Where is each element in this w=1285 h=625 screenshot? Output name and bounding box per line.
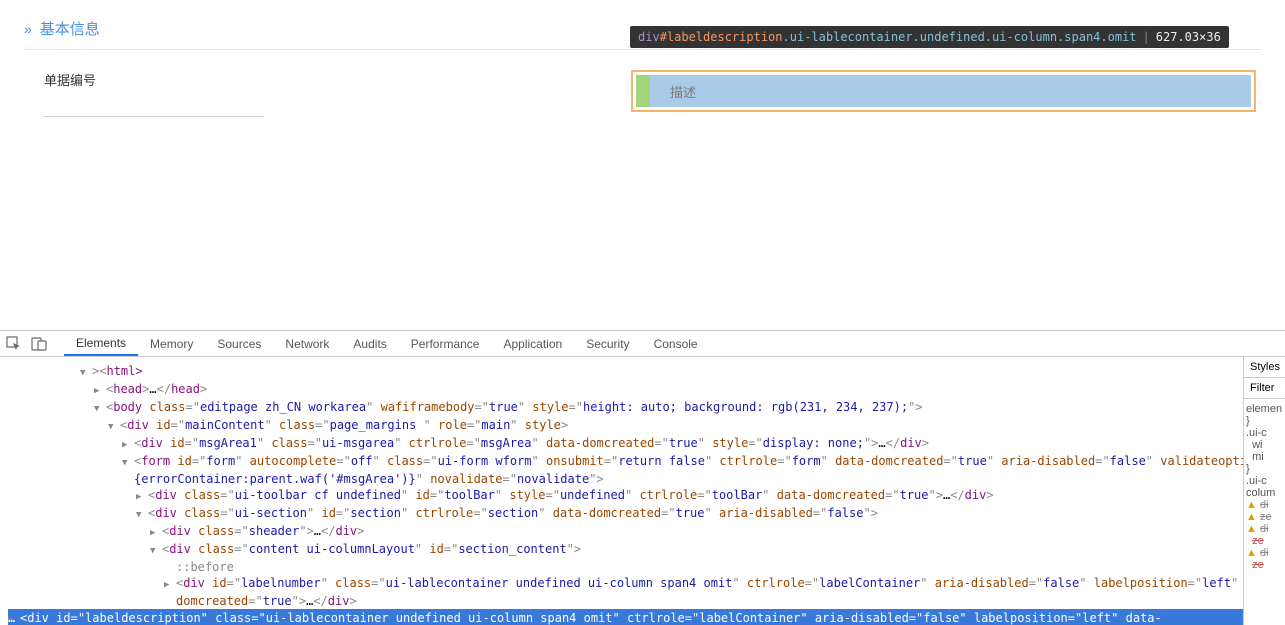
selected-dom-node[interactable]: …<div id="labeldescription" class="ui-la… <box>8 609 1243 625</box>
tooltip-dimensions: 627.03×36 <box>1156 30 1221 44</box>
tooltip-tag: div <box>638 30 660 44</box>
inspected-element-highlight: 描述 <box>631 70 1256 112</box>
field-number: 单据编号 <box>24 70 619 117</box>
collapse-icon: » <box>24 21 32 37</box>
styles-pane: Styles Filter elemen}.ui-c wi mi}.ui-cco… <box>1243 357 1285 625</box>
tooltip-id: #labeldescription <box>660 30 783 44</box>
tab-elements[interactable]: Elements <box>64 331 138 356</box>
tab-memory[interactable]: Memory <box>138 331 205 356</box>
devtools-tabs: Elements Memory Sources Network Audits P… <box>64 331 710 356</box>
tab-performance[interactable]: Performance <box>399 331 492 356</box>
tab-application[interactable]: Application <box>491 331 574 356</box>
devtools-body: ><html><head>…</head><body class="editpa… <box>0 357 1285 625</box>
tab-audits[interactable]: Audits <box>341 331 398 356</box>
field-number-label: 单据编号 <box>44 70 619 89</box>
content-indicator: 描述 <box>650 75 1251 107</box>
form-row: 单据编号 描述 <box>24 50 1261 117</box>
tooltip-classes: .ui-lablecontainer.undefined.ui-column.s… <box>783 30 1137 44</box>
inspect-tooltip: div#labeldescription.ui-lablecontainer.u… <box>630 26 1229 48</box>
tab-sources[interactable]: Sources <box>205 331 273 356</box>
styles-tab-label[interactable]: Styles <box>1244 357 1285 378</box>
inspect-element-icon[interactable] <box>6 336 22 352</box>
field-description-placeholder: 描述 <box>670 82 696 101</box>
section-title: 基本信息 <box>40 18 100 39</box>
tab-console[interactable]: Console <box>642 331 710 356</box>
dom-tree[interactable]: ><html><head>…</head><body class="editpa… <box>0 357 1243 625</box>
field-number-input[interactable] <box>44 91 264 117</box>
tab-security[interactable]: Security <box>574 331 641 356</box>
field-description: 描述 <box>631 70 1256 117</box>
devtools-panel: Elements Memory Sources Network Audits P… <box>0 330 1285 625</box>
tab-network[interactable]: Network <box>273 331 341 356</box>
device-toggle-icon[interactable] <box>31 336 47 352</box>
devtools-toolbar: Elements Memory Sources Network Audits P… <box>0 331 1285 357</box>
padding-indicator <box>636 75 650 107</box>
styles-filter[interactable]: Filter <box>1244 378 1285 399</box>
page-content: » 基本信息 单据编号 描述 <box>0 0 1285 330</box>
styles-rules: elemen}.ui-c wi mi}.ui-ccolum▲ di▲ ze▲ d… <box>1244 399 1285 575</box>
